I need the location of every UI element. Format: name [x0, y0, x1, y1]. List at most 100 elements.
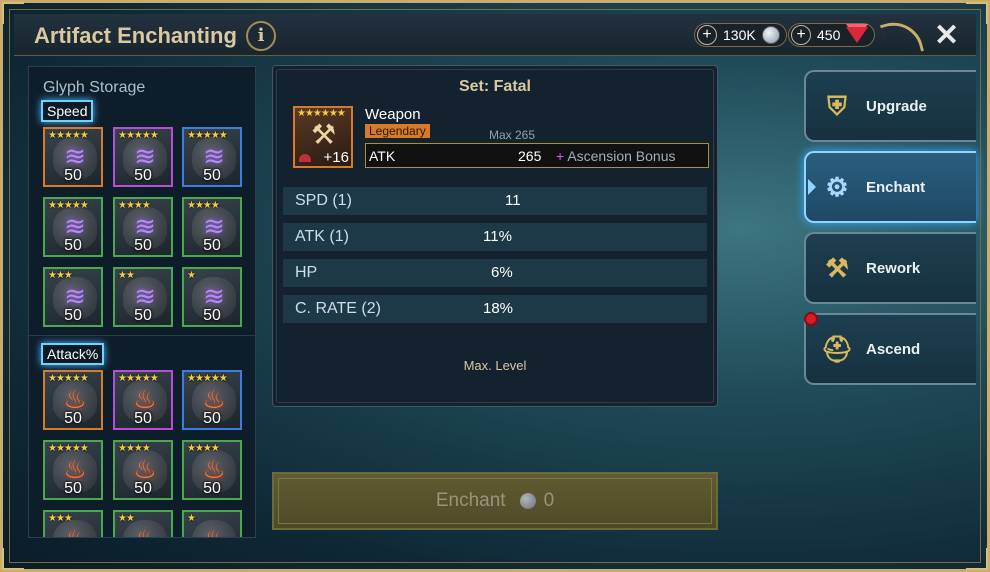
substat-row: ATK (1) 11%	[283, 223, 707, 251]
glyph-slot[interactable]: ♨★★	[113, 510, 173, 537]
glyph-slot[interactable]: ♨ ★★★★ 50	[182, 440, 242, 500]
glyph-slot[interactable]: ♨ ★★★★ 50	[113, 440, 173, 500]
substat-row: HP 6%	[283, 259, 707, 287]
glyph-slot[interactable]: ♨ ★★★★★ 50	[43, 370, 103, 430]
tab-label: Ascend	[866, 340, 921, 358]
glyph-slot[interactable]: ≋ ★★★★★ 50	[113, 127, 173, 187]
glyph-slot[interactable]: ≋ ★★★★★ 50	[182, 127, 242, 187]
glyph-slot[interactable]: ≋ ★★★★★ 50	[43, 197, 103, 257]
tab-ascend[interactable]: ⛑ Ascend	[804, 313, 976, 385]
glyph-slot[interactable]: ♨ ★★★★★ 50	[43, 440, 103, 500]
ornament-icon	[879, 15, 925, 61]
glyph-stars: ★★	[118, 270, 135, 281]
tab-label: Rework	[866, 259, 921, 277]
glyph-slot[interactable]: ♨★★★	[43, 510, 103, 537]
frame-corner	[2, 548, 24, 570]
artifact-icon[interactable]: ★★★★★★ ⚒ +16	[293, 106, 353, 168]
substat-value: 18%	[483, 300, 514, 317]
tab-upgrade[interactable]: ⛨ Upgrade	[804, 70, 976, 142]
glyph-level: 50	[134, 237, 152, 254]
glyph-slot[interactable]: ♨★	[182, 510, 242, 537]
hammer-wrench-icon: ⚒	[825, 253, 849, 283]
attack-glyph-icon: ♨	[196, 522, 232, 537]
artifact-slot: Weapon	[365, 106, 421, 123]
glyph-level: 50	[64, 237, 82, 254]
set-icon	[299, 154, 311, 162]
glyph-slot[interactable]: ♨ ★★★★★ 50	[113, 370, 173, 430]
glyph-slot[interactable]: ≋ ★ 50	[182, 267, 242, 327]
rarity-badge: Legendary	[365, 124, 430, 138]
glyph-slot[interactable]: ♨ ★★★★★ 50	[182, 370, 242, 430]
glyph-slot[interactable]: ≋ ★★★★ 50	[182, 197, 242, 257]
substat-value: 6%	[491, 264, 513, 281]
frame-corner	[966, 2, 988, 24]
active-arrow-icon	[808, 179, 816, 195]
glyph-level: 50	[203, 237, 221, 254]
glyph-level: 50	[203, 480, 221, 497]
artifact-detail-panel: Set: Fatal ★★★★★★ ⚒ +16 Weapon Legendary…	[272, 65, 718, 407]
anvil-icon: ⚙	[825, 172, 849, 202]
glyph-level: 50	[64, 410, 82, 427]
substat-row: C. RATE (2) 18%	[283, 295, 707, 323]
glyph-slot[interactable]: ≋ ★★ 50	[113, 267, 173, 327]
glyph-level: 50	[134, 410, 152, 427]
tab-label: Enchant	[866, 178, 926, 196]
max-level-label: Max. Level	[463, 358, 527, 373]
notification-dot	[804, 312, 818, 326]
enchant-button[interactable]: Enchant 0	[272, 472, 718, 530]
info-button[interactable]: i	[246, 21, 276, 51]
glyph-storage-panel[interactable]: Glyph Storage Speed ≋ ★★★★★ 50 ≋ ★★★★★ 50 ≋ ★★★…	[28, 66, 256, 538]
glyph-stars: ★★★★★	[48, 373, 89, 384]
glyph-level: 50	[64, 480, 82, 497]
substat-name: C. RATE (2)	[295, 300, 381, 317]
close-button[interactable]: ✕	[934, 18, 959, 53]
substat-row: SPD (1) 11	[283, 187, 707, 215]
glyph-stars: ★★	[118, 513, 135, 524]
main-stat-name: ATK	[369, 148, 396, 164]
glyph-level: 50	[64, 307, 82, 324]
glyph-stars: ★★★★★	[48, 443, 89, 454]
glyph-slot[interactable]: ≋ ★★★★ 50	[113, 197, 173, 257]
substat-value: 11%	[483, 228, 512, 245]
ruby-gem-icon	[846, 27, 869, 43]
add-silver-button[interactable]: +	[697, 25, 717, 45]
glyph-stars: ★★★★	[187, 200, 220, 211]
ascension-plus: +	[556, 148, 565, 164]
glyph-stars: ★★★★	[187, 443, 220, 454]
glyph-level: 50	[134, 480, 152, 497]
glyph-stars: ★★★	[48, 270, 73, 281]
tab-label: Upgrade	[866, 97, 927, 115]
attack-glyph-icon: ♨	[127, 522, 163, 537]
enchant-cost: 0	[543, 490, 555, 511]
max-value-label: Max 265	[489, 128, 536, 142]
frame-corner	[966, 548, 988, 570]
tab-rework[interactable]: ⚒ Rework	[804, 232, 976, 304]
ascension-label: Ascension Bonus	[567, 148, 676, 164]
substat-value: 11	[505, 192, 521, 209]
silver-counter: + 130K	[694, 23, 787, 47]
main-stat-value: 265	[518, 148, 542, 164]
glyph-stars: ★★★	[48, 513, 73, 524]
category-attack-label[interactable]: Attack%	[41, 343, 105, 365]
glyph-level: 50	[134, 167, 152, 184]
glyph-storage-title: Glyph Storage	[43, 79, 146, 96]
glyph-stars: ★★★★★	[187, 130, 228, 141]
glyph-level: 50	[134, 307, 152, 324]
armor-icon: ⛨	[827, 91, 847, 121]
glyph-stars: ★★★★★	[48, 130, 89, 141]
add-gems-button[interactable]: +	[791, 25, 811, 45]
gem-counter: + 450	[788, 23, 876, 47]
glyph-slot[interactable]: ≋ ★★★★★ 50	[43, 127, 103, 187]
glyph-level: 50	[203, 167, 221, 184]
artifact-level: +16	[323, 149, 349, 166]
page-title: Artifact Enchanting	[34, 23, 237, 48]
glyph-stars: ★★★★★	[187, 373, 228, 384]
glyph-level: 50	[203, 410, 221, 427]
glyph-stars: ★★★★	[118, 200, 151, 211]
glyph-slot[interactable]: ≋ ★★★ 50	[43, 267, 103, 327]
gem-amount: 450	[817, 27, 841, 43]
helmet-stars-icon: ⛑	[820, 334, 854, 364]
divider	[29, 335, 255, 336]
tab-enchant[interactable]: ⚙ Enchant	[804, 151, 976, 223]
category-speed-label[interactable]: Speed	[41, 100, 94, 122]
